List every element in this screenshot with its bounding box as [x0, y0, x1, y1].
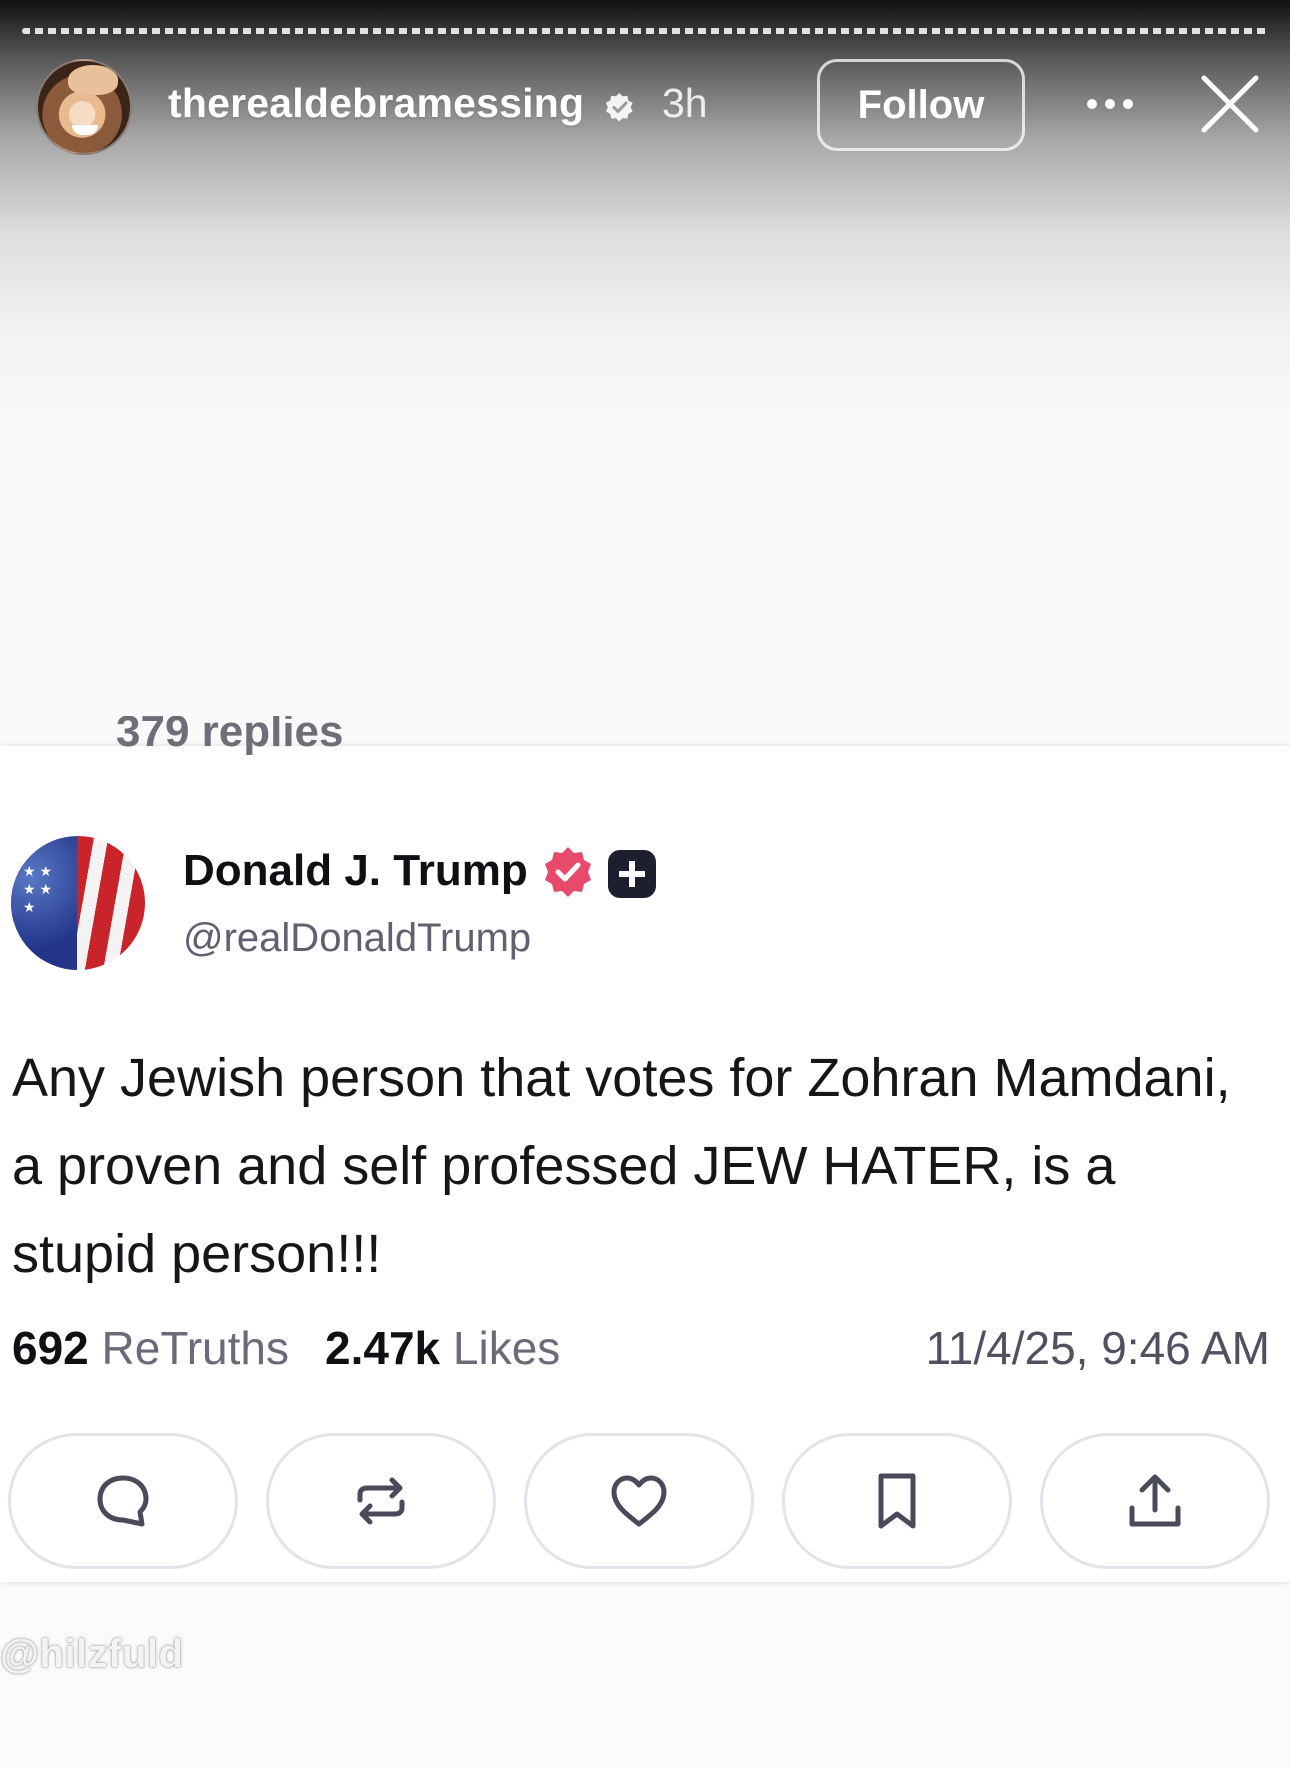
watermark: @hilzfuld [0, 1632, 184, 1676]
post-author-avatar[interactable]: ★ ★ ★ ★ ★ [11, 836, 145, 970]
story-avatar[interactable] [36, 59, 132, 155]
likes-count[interactable]: 2.47k [325, 1322, 440, 1374]
story-username[interactable]: therealdebramessing [168, 80, 584, 127]
retruths-label[interactable]: ReTruths [102, 1322, 289, 1374]
avatar-stars: ★ ★ ★ ★ ★ [23, 863, 52, 915]
replies-count-partial: 379 replies [116, 716, 344, 756]
verified-badge-icon [545, 847, 591, 897]
retruth-icon [357, 1477, 405, 1525]
story-progress-bar [22, 28, 1268, 34]
post-action-bar [8, 1433, 1290, 1569]
follow-button[interactable]: Follow [817, 59, 1025, 151]
verified-badge-icon [605, 92, 633, 122]
avatar-smile [72, 125, 98, 135]
bookmark-icon [878, 1473, 916, 1529]
reply-icon [97, 1475, 149, 1527]
truth-post-card: 379 replies ★ ★ ★ ★ ★ Donald J. Trump @rea… [0, 716, 1290, 1582]
retruths-count[interactable]: 692 [12, 1322, 89, 1374]
post-author-name[interactable]: Donald J. Trump [183, 846, 528, 896]
share-icon [1129, 1474, 1181, 1527]
share-button[interactable] [1040, 1433, 1270, 1569]
post-stats: 692 ReTruths 2.47k Likes [12, 1321, 560, 1375]
plus-icon [619, 861, 645, 887]
plus-badge-icon [608, 850, 656, 898]
close-icon[interactable] [1198, 72, 1262, 136]
like-button[interactable] [524, 1433, 754, 1569]
bookmark-button[interactable] [782, 1433, 1012, 1569]
post-timestamp: 11/4/25, 9:46 AM [925, 1322, 1270, 1374]
reply-button[interactable] [8, 1433, 238, 1569]
retruth-button[interactable] [266, 1433, 496, 1569]
more-horizontal-icon[interactable] [1082, 84, 1138, 124]
likes-label[interactable]: Likes [453, 1322, 560, 1374]
like-icon [611, 1475, 667, 1527]
story-time-ago: 3h [662, 80, 708, 126]
post-author-handle[interactable]: @realDonaldTrump [183, 916, 531, 961]
post-text: Any Jewish person that votes for Zohran … [12, 1048, 1231, 1284]
story-header: therealdebramessing 3h Follow [0, 56, 1290, 156]
avatar-hand [68, 65, 118, 95]
